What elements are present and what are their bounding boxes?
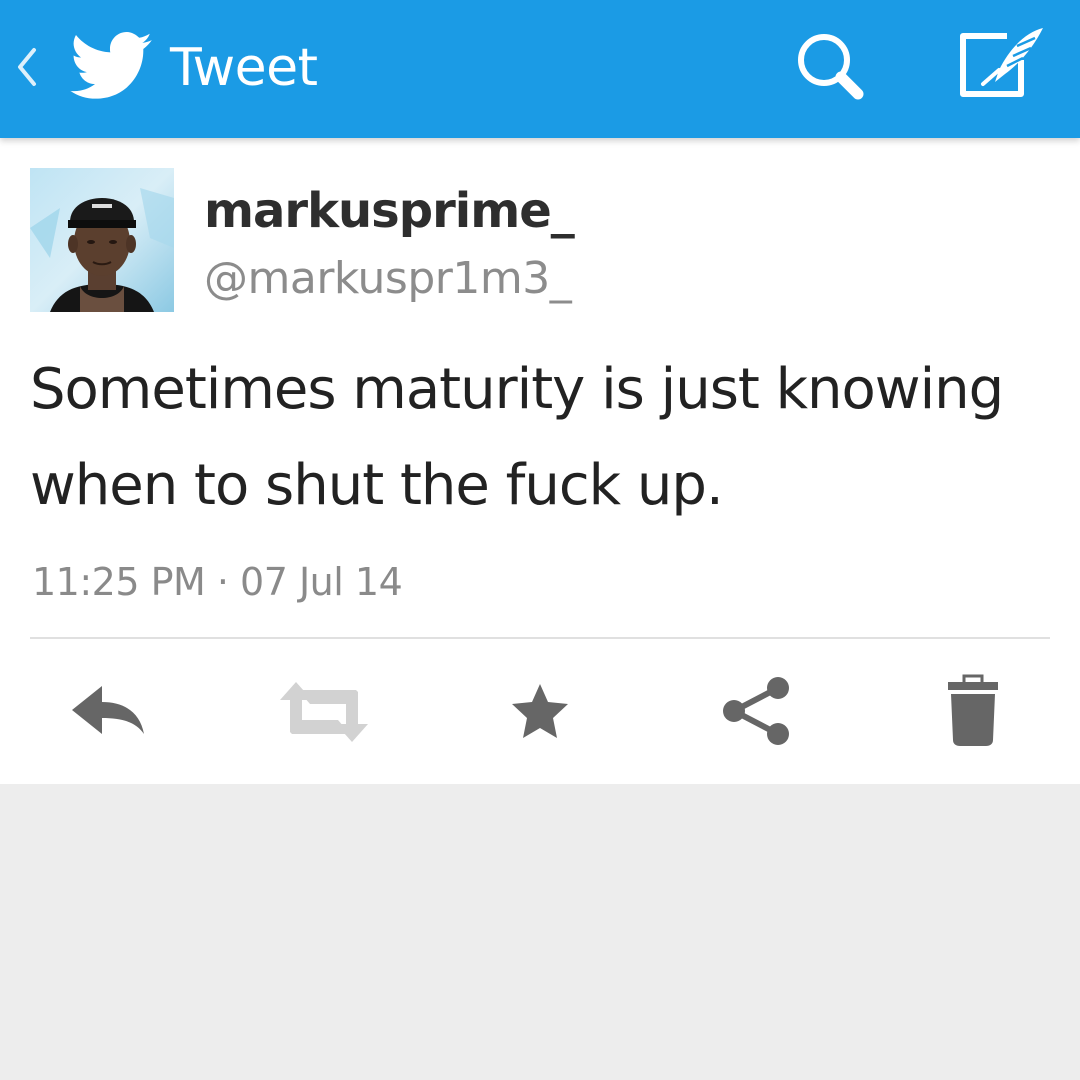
retweet-icon <box>280 682 368 742</box>
reply-button[interactable] <box>70 668 146 758</box>
share-icon <box>723 677 789 745</box>
compose-icon[interactable] <box>955 26 1047 102</box>
tweet-text: Sometimes maturity is just knowing when … <box>30 357 1004 518</box>
favorite-button[interactable] <box>508 668 572 758</box>
back-chevron-icon[interactable] <box>14 42 40 92</box>
twitter-bird-icon[interactable] <box>70 32 152 100</box>
tweet-card: markusprime_ @markuspr1m3_ Sometimes mat… <box>0 138 1080 784</box>
avatar[interactable] <box>30 168 174 312</box>
tweet-timestamp: 11:25 PM · 07 Jul 14 <box>32 560 403 604</box>
star-icon <box>512 684 568 738</box>
search-icon[interactable] <box>792 28 870 106</box>
delete-button[interactable] <box>944 668 1002 758</box>
empty-timeline-area <box>0 784 1080 1080</box>
app-bar: Tweet <box>0 0 1080 138</box>
trash-icon <box>948 674 998 746</box>
retweet-button[interactable] <box>280 668 370 758</box>
reply-icon <box>72 686 144 734</box>
display-name[interactable]: markusprime_ <box>204 182 575 240</box>
user-handle[interactable]: @markuspr1m3_ <box>204 252 572 306</box>
divider <box>30 637 1050 639</box>
page-title: Tweet <box>170 38 318 98</box>
share-button[interactable] <box>718 668 794 758</box>
